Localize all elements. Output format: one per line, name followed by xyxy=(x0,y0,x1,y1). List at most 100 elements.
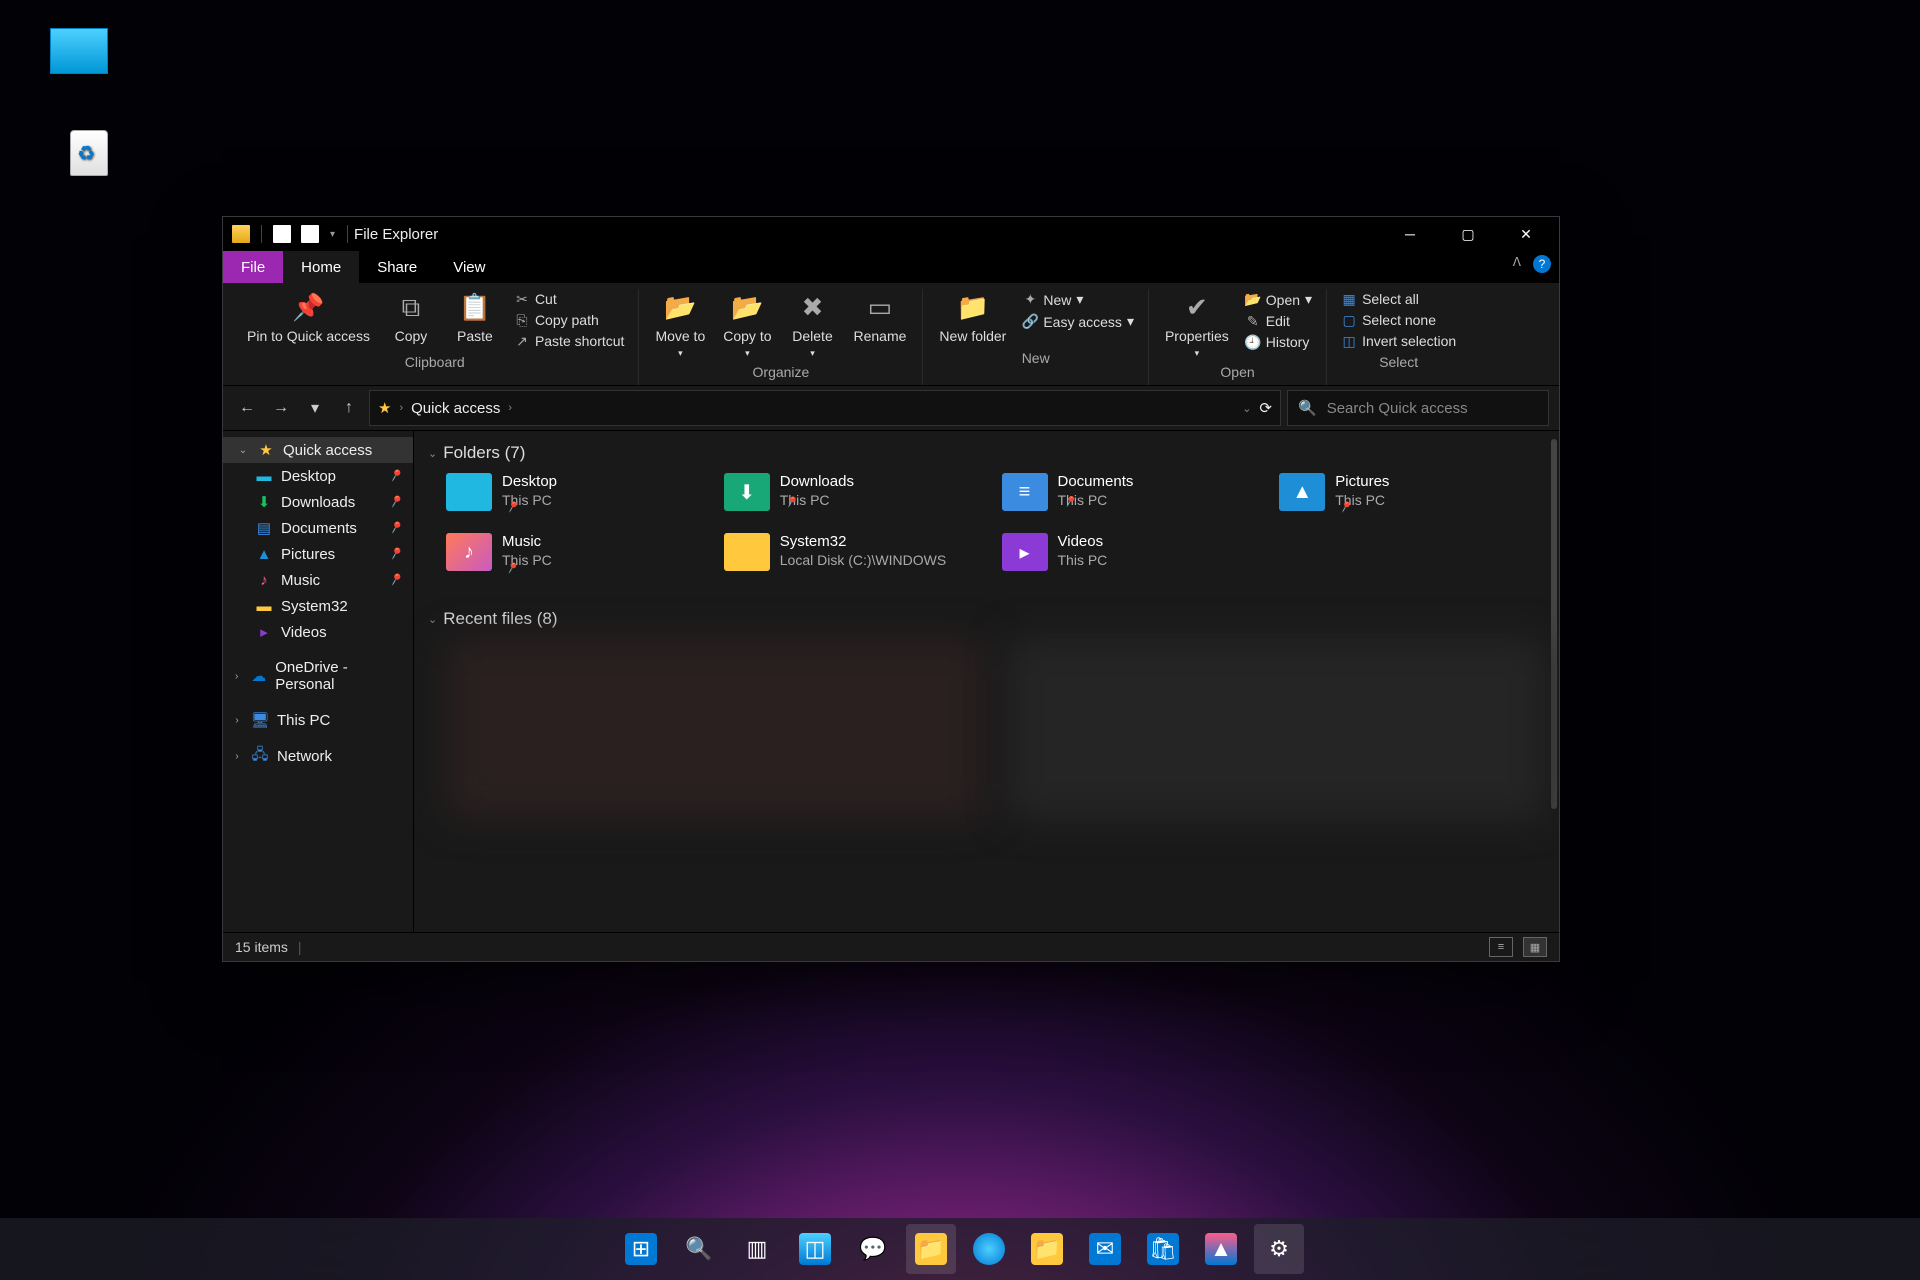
label: This PC xyxy=(277,712,330,729)
rename-button[interactable]: ▭Rename xyxy=(846,289,915,347)
widgets-button[interactable]: ◫ xyxy=(790,1224,840,1274)
store-button[interactable]: 🛍 xyxy=(1138,1224,1188,1274)
easy-access-button[interactable]: 🔗Easy access ▾ xyxy=(1016,311,1140,332)
copy-path-button[interactable]: ⎘Copy path xyxy=(508,310,631,330)
edit-button[interactable]: ✎Edit xyxy=(1239,311,1318,331)
scrollbar[interactable] xyxy=(1551,439,1557,809)
select-all-button[interactable]: ▦Select all xyxy=(1335,289,1462,309)
label: Documents xyxy=(281,520,357,537)
folder-icon: ▲ xyxy=(1279,473,1325,511)
folder-item[interactable]: ⬇ DownloadsThis PC📍 xyxy=(724,473,990,525)
cut-button[interactable]: ✂Cut xyxy=(508,289,631,309)
chevron-down-icon[interactable]: ▾ xyxy=(330,229,335,240)
dropdown-icon[interactable]: ⌄ xyxy=(1242,402,1251,415)
taskbar-app[interactable]: 📁 xyxy=(1022,1224,1072,1274)
sidebar-item-pictures[interactable]: ▲Pictures📍 xyxy=(223,541,413,567)
sidebar-item-desktop[interactable]: ▬Desktop📍 xyxy=(223,463,413,489)
chevron-down-icon: ⌄ xyxy=(428,447,437,460)
open-button[interactable]: 📂Open ▾ xyxy=(1239,289,1318,310)
chevron-right-icon[interactable]: › xyxy=(231,715,243,726)
close-button[interactable]: ✕ xyxy=(1497,217,1555,251)
up-button[interactable]: ↑ xyxy=(335,394,363,422)
start-button[interactable]: ⊞ xyxy=(616,1224,666,1274)
address-bar[interactable]: ★ › Quick access › ⌄ ⟳ xyxy=(369,390,1281,426)
folder-item[interactable]: ▲ PicturesThis PC📍 xyxy=(1279,473,1545,525)
tab-view[interactable]: View xyxy=(435,251,503,283)
recent-dropdown[interactable]: ▾ xyxy=(301,394,329,422)
content-pane[interactable]: ⌄Folders (7) DesktopThis PC📍 ⬇ Downloads… xyxy=(414,431,1559,932)
item-count: 15 items xyxy=(235,939,288,955)
label: Delete xyxy=(792,328,832,344)
mail-button[interactable]: ✉ xyxy=(1080,1224,1130,1274)
back-button[interactable]: ← xyxy=(233,394,261,422)
tab-share[interactable]: Share xyxy=(359,251,435,283)
delete-button[interactable]: ✖Delete▾ xyxy=(782,289,844,361)
tab-home[interactable]: Home xyxy=(283,251,359,283)
desktop-icon-thispc[interactable] xyxy=(40,28,118,78)
paste-shortcut-button[interactable]: ↗Paste shortcut xyxy=(508,331,631,351)
search-button[interactable]: 🔍 xyxy=(674,1224,724,1274)
recent-header[interactable]: ⌄Recent files (8) xyxy=(428,605,1545,639)
paste-button[interactable]: 📋Paste xyxy=(444,289,506,347)
open-icon: 📂 xyxy=(1245,292,1261,308)
sidebar-thispc[interactable]: › 🖥 This PC xyxy=(223,707,413,733)
folder-item[interactable]: ▸ VideosThis PC xyxy=(1002,533,1268,585)
photos-button[interactable]: ▲ xyxy=(1196,1224,1246,1274)
details-view-button[interactable]: ≡ xyxy=(1489,937,1513,957)
copy-button[interactable]: ⧉Copy xyxy=(380,289,442,347)
chevron-right-icon[interactable]: › xyxy=(231,671,242,682)
folders-header[interactable]: ⌄Folders (7) xyxy=(428,439,1545,473)
sidebar-item-videos[interactable]: ▸Videos xyxy=(223,619,413,645)
sidebar-network[interactable]: ›🖧Network xyxy=(223,743,413,769)
chevron-right-icon[interactable]: › xyxy=(231,751,243,762)
new-item-button[interactable]: ✦New ▾ xyxy=(1016,289,1140,310)
help-button[interactable]: ? xyxy=(1533,255,1551,273)
folder-icon[interactable] xyxy=(301,225,319,243)
folder-item[interactable]: ≡ DocumentsThis PC📍 xyxy=(1002,473,1268,525)
folder-name: Documents xyxy=(1058,473,1134,492)
pc-icon: 🖥 xyxy=(251,711,269,729)
taskview-button[interactable]: ▥ xyxy=(732,1224,782,1274)
label: Open xyxy=(1266,292,1300,308)
settings-button[interactable]: ⚙ xyxy=(1254,1224,1304,1274)
sidebar-item-documents[interactable]: ▤Documents📍 xyxy=(223,515,413,541)
folder-item[interactable]: DesktopThis PC📍 xyxy=(446,473,712,525)
select-none-button[interactable]: ▢Select none xyxy=(1335,310,1462,330)
properties-button[interactable]: ✔Properties▾ xyxy=(1157,289,1237,361)
sidebar-item-downloads[interactable]: ⬇Downloads📍 xyxy=(223,489,413,515)
move-to-button[interactable]: 📂Move to▾ xyxy=(647,289,713,361)
folder-name: Pictures xyxy=(1335,473,1389,492)
sidebar-quick-access[interactable]: ⌄★Quick access xyxy=(223,437,413,463)
document-icon[interactable] xyxy=(273,225,291,243)
sidebar-onedrive[interactable]: ›☁OneDrive - Personal xyxy=(223,655,413,697)
icons-view-button[interactable]: ▦ xyxy=(1523,937,1547,957)
new-folder-button[interactable]: 📁New folder xyxy=(931,289,1014,347)
forward-button[interactable]: → xyxy=(267,394,295,422)
easyaccess-icon: 🔗 xyxy=(1022,314,1038,330)
chevron-down-icon[interactable]: ⌄ xyxy=(237,445,249,456)
invert-selection-button[interactable]: ◫Invert selection xyxy=(1335,331,1462,351)
titlebar[interactable]: ▾ File Explorer ─ ▢ ✕ xyxy=(223,217,1559,251)
collapse-ribbon-button[interactable]: ᐱ xyxy=(1513,255,1521,269)
folder-item[interactable]: ♪ MusicThis PC📍 xyxy=(446,533,712,585)
pin-quick-access-button[interactable]: 📌Pin to Quick access xyxy=(239,289,378,347)
folder-icon: ⬇ xyxy=(724,473,770,511)
navigation-bar: ← → ▾ ↑ ★ › Quick access › ⌄ ⟳ 🔍 Search … xyxy=(223,386,1559,431)
sidebar-item-music[interactable]: ♪Music📍 xyxy=(223,567,413,593)
taskbar[interactable]: ⊞ 🔍 ▥ ◫ 💬 📁 📁 ✉ 🛍 ▲ ⚙ xyxy=(0,1218,1920,1280)
folder-item[interactable]: System32Local Disk (C:)\WINDOWS xyxy=(724,533,990,585)
minimize-button[interactable]: ─ xyxy=(1381,217,1439,251)
edge-button[interactable] xyxy=(964,1224,1014,1274)
explorer-button[interactable]: 📁 xyxy=(906,1224,956,1274)
chat-button[interactable]: 💬 xyxy=(848,1224,898,1274)
search-box[interactable]: 🔍 Search Quick access xyxy=(1287,390,1549,426)
refresh-button[interactable]: ⟳ xyxy=(1259,399,1272,417)
copyto-icon: 📂 xyxy=(731,292,763,324)
tab-file[interactable]: File xyxy=(223,251,283,283)
desktop-icon-recycle[interactable] xyxy=(50,130,128,180)
maximize-button[interactable]: ▢ xyxy=(1439,217,1497,251)
history-button[interactable]: 🕘History xyxy=(1239,332,1318,352)
label: Pictures xyxy=(281,546,335,563)
sidebar-item-system32[interactable]: ▬System32 xyxy=(223,593,413,619)
copy-to-button[interactable]: 📂Copy to▾ xyxy=(715,289,779,361)
